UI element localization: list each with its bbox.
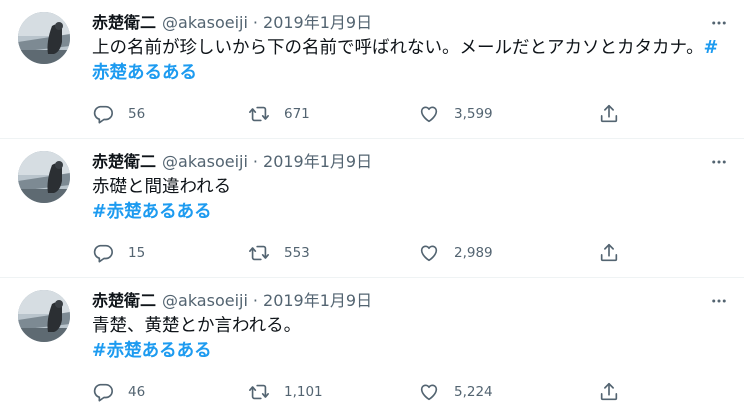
share-button[interactable] <box>598 241 620 265</box>
like-button[interactable]: 2,989 <box>418 241 493 265</box>
heart-icon <box>418 103 440 125</box>
display-name[interactable]: 赤楚衛二 <box>92 152 156 171</box>
more-button[interactable] <box>708 290 730 312</box>
retweet-count: 671 <box>284 106 310 122</box>
more-icon <box>712 299 726 303</box>
separator-dot: · <box>252 152 259 171</box>
like-count: 2,989 <box>454 245 493 261</box>
user-handle[interactable]: @akasoeiji <box>162 291 248 310</box>
like-button[interactable]: 5,224 <box>418 380 493 404</box>
share-button[interactable] <box>598 102 620 126</box>
tweet-body-text: 青楚、黄楚とか言われる。 <box>92 316 302 336</box>
tweet-actions: 56 671 3,599 <box>92 102 632 126</box>
reply-count: 56 <box>128 106 146 122</box>
tweet[interactable]: 赤楚衛二 @akasoeiji · 2019年1月9日 青楚、黄楚とか言われる。 #赤… <box>0 278 744 417</box>
avatar[interactable] <box>18 290 70 342</box>
reply-count: 46 <box>128 384 146 400</box>
avatar-photo <box>18 290 70 342</box>
tweet-header: 赤楚衛二 @akasoeiji · 2019年1月9日 <box>92 150 684 174</box>
more-button[interactable] <box>708 151 730 173</box>
reply-icon <box>92 381 114 403</box>
reply-icon <box>92 103 114 125</box>
hashtag-link[interactable]: #赤楚あるある <box>92 200 720 225</box>
heart-icon <box>418 381 440 403</box>
tweet-actions: 15 553 2,989 <box>92 241 632 265</box>
display-name[interactable]: 赤楚衛二 <box>92 291 156 310</box>
retweet-icon <box>248 381 270 403</box>
more-button[interactable] <box>708 12 730 34</box>
reply-count: 15 <box>128 245 146 261</box>
tweet-date[interactable]: 2019年1月9日 <box>263 291 372 310</box>
avatar-photo <box>18 151 70 203</box>
reply-button[interactable]: 56 <box>92 102 145 126</box>
user-handle[interactable]: @akasoeiji <box>162 152 248 171</box>
tweet-text: 青楚、黄楚とか言われる。 #赤楚あるある <box>92 314 720 364</box>
reply-button[interactable]: 15 <box>92 241 145 265</box>
tweet-date[interactable]: 2019年1月9日 <box>263 13 372 32</box>
share-button[interactable] <box>598 380 620 404</box>
share-icon <box>598 103 620 125</box>
more-icon <box>712 160 726 164</box>
like-count: 3,599 <box>454 106 493 122</box>
tweet-header: 赤楚衛二 @akasoeiji · 2019年1月9日 <box>92 11 684 35</box>
tweet-body-text: 赤礎と間違われる <box>92 177 232 197</box>
share-icon <box>598 381 620 403</box>
tweet-actions: 46 1,101 5,224 <box>92 380 632 404</box>
share-icon <box>598 242 620 264</box>
separator-dot: · <box>252 291 259 310</box>
tweet-feed: 赤楚衛二 @akasoeiji · 2019年1月9日 上の名前が珍しいから下の名前で… <box>0 0 744 417</box>
retweet-count: 553 <box>284 245 310 261</box>
retweet-button[interactable]: 1,101 <box>248 380 323 404</box>
avatar[interactable] <box>18 12 70 64</box>
like-count: 5,224 <box>454 384 493 400</box>
reply-icon <box>92 242 114 264</box>
tweet[interactable]: 赤楚衛二 @akasoeiji · 2019年1月9日 赤礎と間違われる #赤楚あるあ… <box>0 139 744 278</box>
tweet-date[interactable]: 2019年1月9日 <box>263 152 372 171</box>
avatar-photo <box>18 12 70 64</box>
user-handle[interactable]: @akasoeiji <box>162 13 248 32</box>
avatar[interactable] <box>18 151 70 203</box>
retweet-icon <box>248 103 270 125</box>
retweet-button[interactable]: 553 <box>248 241 310 265</box>
hashtag-link[interactable]: #赤楚あるある <box>92 339 720 364</box>
tweet-text: 上の名前が珍しいから下の名前で呼ばれない。メールだとアカソとカタカナ。#赤楚ある… <box>92 36 720 86</box>
like-button[interactable]: 3,599 <box>418 102 493 126</box>
tweet-header: 赤楚衛二 @akasoeiji · 2019年1月9日 <box>92 289 684 313</box>
tweet[interactable]: 赤楚衛二 @akasoeiji · 2019年1月9日 上の名前が珍しいから下の名前で… <box>0 0 744 139</box>
retweet-icon <box>248 242 270 264</box>
retweet-count: 1,101 <box>284 384 323 400</box>
more-icon <box>712 21 726 25</box>
separator-dot: · <box>252 13 259 32</box>
tweet-body-text: 上の名前が珍しいから下の名前で呼ばれない。メールだとアカソとカタカナ。 <box>92 38 704 58</box>
tweet-text: 赤礎と間違われる #赤楚あるある <box>92 175 720 225</box>
display-name[interactable]: 赤楚衛二 <box>92 13 156 32</box>
retweet-button[interactable]: 671 <box>248 102 310 126</box>
reply-button[interactable]: 46 <box>92 380 145 404</box>
heart-icon <box>418 242 440 264</box>
